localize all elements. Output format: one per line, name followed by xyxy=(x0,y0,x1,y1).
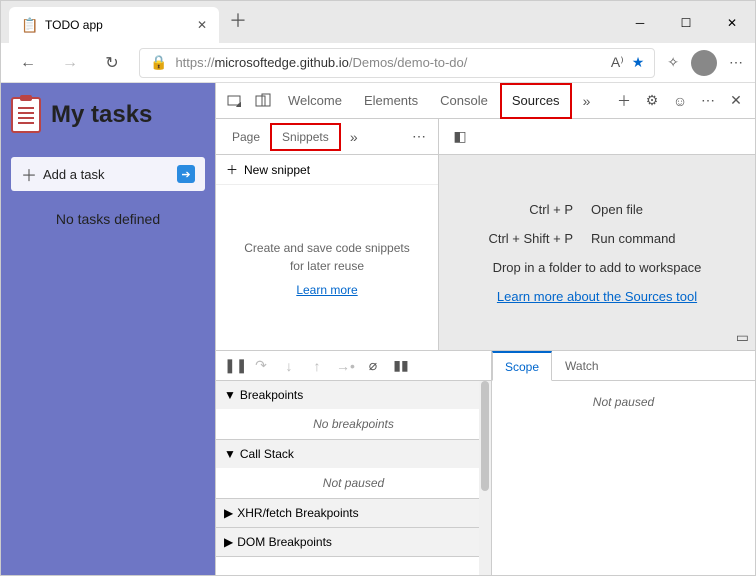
snippets-empty-state: Create and save code snippets for later … xyxy=(216,185,438,350)
pause-exceptions-button[interactable]: ▮▮ xyxy=(392,357,410,374)
tab-elements[interactable]: Elements xyxy=(354,83,428,119)
tab-console[interactable]: Console xyxy=(430,83,498,119)
settings-icon[interactable]: ⚙ xyxy=(639,88,665,114)
new-tab-button[interactable]: ＋ xyxy=(229,7,247,33)
devtools-tabbar: Welcome Elements Console Sources » ＋ ⚙ ☺… xyxy=(216,83,755,119)
menu-icon[interactable]: ⋯ xyxy=(729,54,743,71)
shortcut-run-command: Ctrl + Shift + P xyxy=(463,231,573,246)
back-button[interactable]: ← xyxy=(13,48,43,78)
tab-welcome[interactable]: Welcome xyxy=(278,83,352,119)
page-favicon: 📋 xyxy=(21,17,37,33)
subtab-page[interactable]: Page xyxy=(222,123,270,151)
chevron-down-icon: ▼ xyxy=(224,447,236,461)
lock-icon: 🔒 xyxy=(150,54,167,71)
chevron-down-icon: ▼ xyxy=(224,388,236,402)
add-task-input[interactable]: ＋ Add a task ➔ xyxy=(11,157,205,191)
dom-breakpoints-section[interactable]: ▶DOM Breakpoints xyxy=(216,528,491,556)
debugger-toolbar: ❚❚ ↷ ↓ ↑ →• ⌀ ▮▮ xyxy=(216,351,491,381)
url-text: https://microsoftedge.github.io/Demos/de… xyxy=(175,55,602,70)
snippets-empty-message: Create and save code snippets for later … xyxy=(236,239,418,275)
more-subtabs-icon[interactable]: » xyxy=(341,124,367,150)
plus-icon: ＋ xyxy=(226,161,238,178)
device-toggle-icon[interactable] xyxy=(250,88,276,114)
page-title: My tasks xyxy=(51,101,152,129)
callstack-section[interactable]: ▼Call Stack xyxy=(216,440,491,468)
refresh-button[interactable]: ↻ xyxy=(97,48,127,78)
deactivate-breakpoints-button[interactable]: ⌀ xyxy=(364,357,382,374)
window-titlebar: 📋 TODO app ✕ ＋ ─ ☐ ✕ xyxy=(1,1,755,43)
snippets-learn-more-link[interactable]: Learn more xyxy=(296,283,357,297)
watch-tab[interactable]: Watch xyxy=(552,351,612,381)
clipboard-icon xyxy=(11,97,41,133)
editor-learn-more-link[interactable]: Learn more about the Sources tool xyxy=(497,289,697,304)
devtools-menu-icon[interactable]: ⋯ xyxy=(695,88,721,114)
new-snippet-button[interactable]: ＋ New snippet xyxy=(216,155,438,185)
reader-icon[interactable]: A⁾ xyxy=(611,54,624,71)
new-snippet-label: New snippet xyxy=(244,163,310,177)
pause-button[interactable]: ❚❚ xyxy=(224,357,242,374)
tab-title: TODO app xyxy=(45,18,189,32)
scrollbar[interactable] xyxy=(479,381,491,575)
step-button[interactable]: →• xyxy=(336,358,354,374)
maximize-button[interactable]: ☐ xyxy=(663,7,709,39)
shortcut-open-file: Ctrl + P xyxy=(463,202,573,217)
address-bar: ← → ↻ 🔒 https://microsoftedge.github.io/… xyxy=(1,43,755,83)
xhr-breakpoints-section[interactable]: ▶XHR/fetch Breakpoints xyxy=(216,499,491,527)
url-field[interactable]: 🔒 https://microsoftedge.github.io/Demos/… xyxy=(139,48,655,78)
close-devtools-icon[interactable]: ✕ xyxy=(723,88,749,114)
no-tasks-message: No tasks defined xyxy=(11,211,205,227)
add-task-label: Add a task xyxy=(43,167,177,182)
minimize-button[interactable]: ─ xyxy=(617,7,663,39)
shortcut-run-command-label: Run command xyxy=(591,231,731,246)
chevron-right-icon: ▶ xyxy=(224,506,233,520)
toggle-navigator-icon[interactable]: ◧ xyxy=(447,124,473,150)
profile-avatar[interactable] xyxy=(691,50,717,76)
add-tab-icon[interactable]: ＋ xyxy=(611,88,637,114)
step-out-button[interactable]: ↑ xyxy=(308,358,326,374)
editor-empty-state: Ctrl + P Open file Ctrl + Shift + P Run … xyxy=(439,155,755,350)
navigator-menu-icon[interactable]: ⋯ xyxy=(406,124,432,150)
feedback-icon[interactable]: ☺ xyxy=(667,88,693,114)
debugger-pane: ❚❚ ↷ ↓ ↑ →• ⌀ ▮▮ ▼Breakpoints No breakpo… xyxy=(216,351,492,575)
breakpoints-section[interactable]: ▼Breakpoints xyxy=(216,381,491,409)
inspect-icon[interactable] xyxy=(222,88,248,114)
forward-button[interactable]: → xyxy=(55,48,85,78)
breakpoints-empty: No breakpoints xyxy=(216,409,491,439)
scope-tab[interactable]: Scope xyxy=(492,351,552,381)
chevron-right-icon: ▶ xyxy=(224,535,233,549)
collections-icon[interactable]: ✧ xyxy=(667,54,679,71)
browser-tab[interactable]: 📋 TODO app ✕ xyxy=(9,7,219,43)
devtools-panel: Welcome Elements Console Sources » ＋ ⚙ ☺… xyxy=(215,83,755,575)
subtab-snippets[interactable]: Snippets xyxy=(270,123,341,151)
step-into-button[interactable]: ↓ xyxy=(280,358,298,374)
close-tab-icon[interactable]: ✕ xyxy=(197,18,207,32)
step-over-button[interactable]: ↷ xyxy=(252,357,270,374)
sources-editor: ◧ Ctrl + P Open file Ctrl + Shift + P Ru… xyxy=(439,119,755,350)
window-controls: ─ ☐ ✕ xyxy=(617,7,755,39)
submit-task-button[interactable]: ➔ xyxy=(177,165,195,183)
plus-icon: ＋ xyxy=(21,162,37,186)
more-tabs-icon[interactable]: » xyxy=(574,88,600,114)
scope-pane: Scope Watch Not paused xyxy=(492,351,755,575)
tab-sources[interactable]: Sources xyxy=(500,83,572,119)
editor-drop-message: Drop in a folder to add to workspace xyxy=(493,260,702,275)
callstack-empty: Not paused xyxy=(216,468,491,498)
page-content: My tasks ＋ Add a task ➔ No tasks defined xyxy=(1,83,215,575)
editor-corner-icon[interactable]: ▭ xyxy=(736,329,749,346)
close-window-button[interactable]: ✕ xyxy=(709,7,755,39)
scope-empty: Not paused xyxy=(492,381,755,575)
sources-navigator: Page Snippets » ⋯ ＋ New snippet Create a… xyxy=(216,119,439,350)
shortcut-open-file-label: Open file xyxy=(591,202,731,217)
favorite-icon[interactable]: ★ xyxy=(632,54,645,71)
